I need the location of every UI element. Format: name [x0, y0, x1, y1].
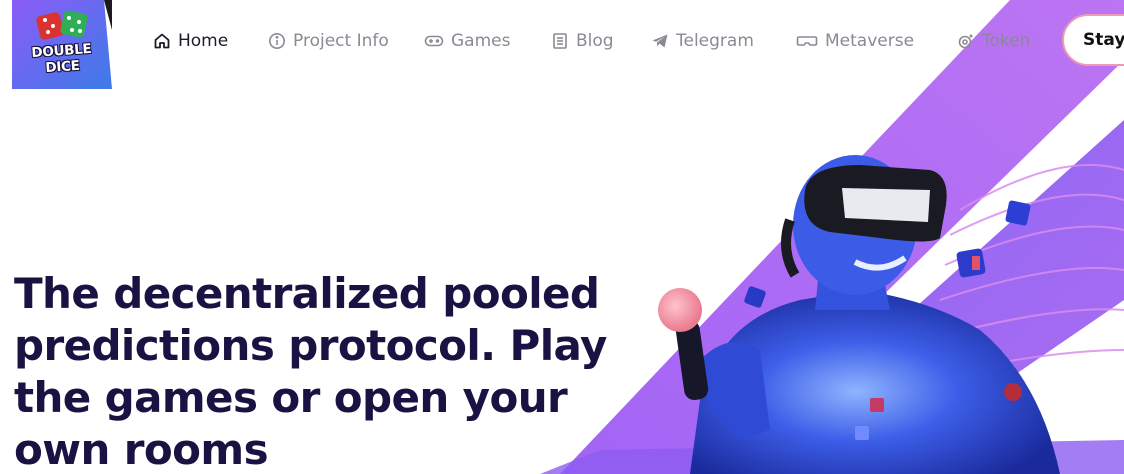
telegram-icon	[652, 34, 668, 48]
info-icon	[269, 33, 285, 49]
person-arm	[700, 342, 770, 440]
nav-item-games[interactable]: Games	[424, 29, 510, 53]
vr-headset-icon	[796, 36, 818, 46]
person-head	[793, 155, 917, 295]
nav-label: Metaverse	[825, 31, 915, 51]
controller-glow-ball	[658, 288, 702, 332]
vr-controller	[675, 320, 709, 400]
nav-item-telegram[interactable]: Telegram	[651, 29, 754, 53]
gamepad-icon	[424, 35, 444, 47]
floating-cube	[744, 286, 766, 308]
document-icon	[553, 33, 567, 49]
floating-orb	[1004, 383, 1022, 401]
nav-item-metaverse[interactable]: Metaverse	[796, 29, 914, 53]
nav-label: Telegram	[676, 31, 754, 51]
floating-cube	[1005, 200, 1031, 226]
nav-item-token[interactable]: Token	[957, 29, 1030, 53]
token-icon	[958, 34, 973, 49]
stay-button[interactable]: Stay	[1062, 14, 1124, 66]
floating-cube	[855, 426, 869, 440]
light-beam-secondary	[730, 120, 1124, 474]
nav-label: Token	[982, 31, 1031, 51]
floating-cube	[956, 248, 986, 278]
nav-label: Project Info	[293, 31, 389, 51]
person-body	[690, 290, 1060, 474]
tunnel-rings	[939, 164, 1124, 371]
nav-item-home[interactable]: Home	[153, 29, 228, 53]
floating-cube	[870, 398, 884, 412]
nav-label: Games	[451, 31, 511, 51]
home-icon	[154, 33, 170, 49]
hero-headline: The decentralized pooled predictions pro…	[14, 269, 607, 474]
main-navigation: Home Project Info Games Blog Telegram Me…	[0, 0, 1124, 82]
nav-item-blog[interactable]: Blog	[551, 29, 614, 53]
vr-headset	[781, 165, 947, 278]
nav-label: Blog	[576, 31, 614, 51]
nav-label: Home	[178, 31, 229, 51]
nav-item-project-info[interactable]: Project Info	[268, 29, 389, 53]
